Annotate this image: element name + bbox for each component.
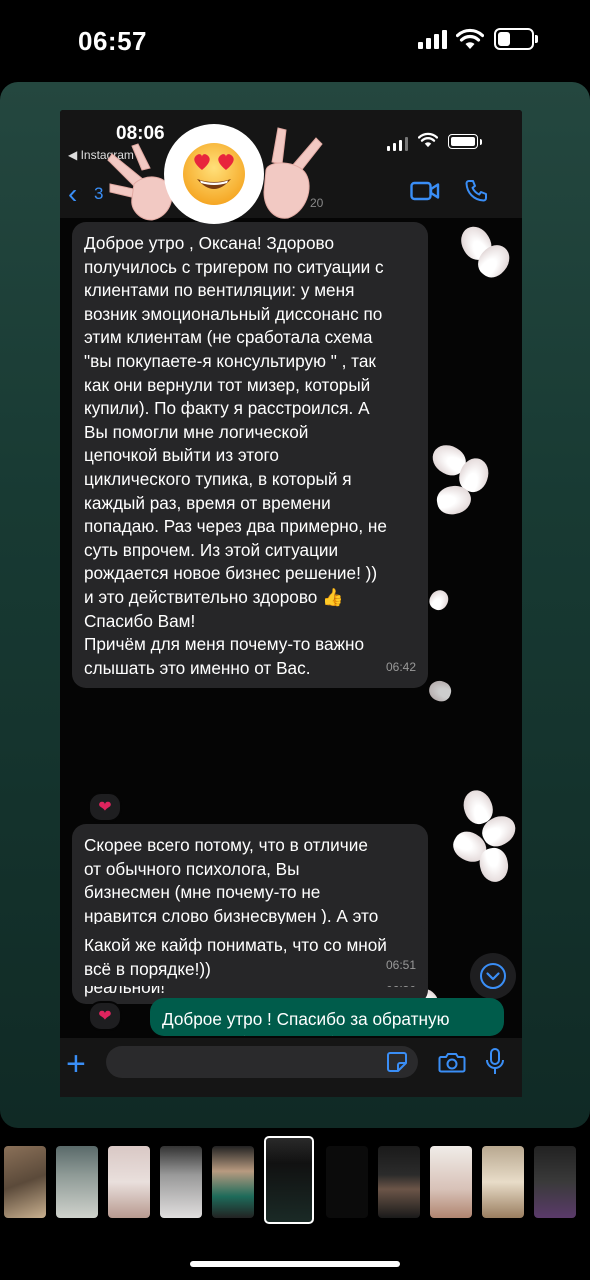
story-thumbnail-current[interactable] xyxy=(264,1136,314,1224)
message-text: Доброе утро , Оксана! Здорово получилось… xyxy=(84,233,387,678)
message-text: Доброе утро ! Спасибо за обратную связь … xyxy=(162,1009,450,1036)
story-thumbnail[interactable] xyxy=(108,1146,150,1218)
reaction-emoji: ❤ xyxy=(98,1008,112,1025)
message-time: 06:51 xyxy=(385,958,416,973)
story-thumbnail-strip xyxy=(0,1136,590,1226)
camera-icon[interactable] xyxy=(438,1050,466,1074)
story-thumbnail[interactable] xyxy=(4,1146,46,1218)
story-thumbnail[interactable] xyxy=(160,1146,202,1218)
heart-eyes-emoji-sticker xyxy=(164,124,264,224)
outgoing-message[interactable]: Доброе утро ! Спасибо за обратную связь … xyxy=(150,998,504,1036)
story-thumbnail[interactable] xyxy=(56,1146,98,1218)
heart-reaction-icon[interactable]: ❤ xyxy=(88,1001,122,1031)
right-hand-sticker xyxy=(263,127,323,219)
heart-eyes-icon xyxy=(183,143,245,205)
battery-icon xyxy=(448,134,482,149)
status-time: 06:57 xyxy=(78,26,147,56)
story-thumbnail[interactable] xyxy=(212,1146,254,1218)
chat-messages[interactable]: Доброе утро , Оксана! Здорово получилось… xyxy=(60,218,522,1038)
video-call-icon[interactable] xyxy=(410,180,440,202)
status-bar: 06:57 xyxy=(0,0,590,80)
wifi-icon xyxy=(418,132,438,148)
story-thumbnail[interactable] xyxy=(326,1146,368,1218)
message-text: Какой же кайф понимать, что со мной всё … xyxy=(84,935,387,979)
reaction-emoji: ❤ xyxy=(98,799,112,816)
story-thumbnail[interactable] xyxy=(378,1146,420,1218)
story-thumbnail[interactable] xyxy=(534,1146,576,1218)
story-thumbnail[interactable] xyxy=(430,1146,472,1218)
signal-icon xyxy=(387,137,408,151)
signal-icon xyxy=(418,30,447,49)
wifi-icon xyxy=(456,28,484,49)
back-chevron-icon[interactable]: ‹ xyxy=(68,178,77,210)
incoming-message[interactable]: Доброе утро , Оксана! Здорово получилось… xyxy=(72,222,428,688)
heart-reaction-icon[interactable]: ❤ xyxy=(88,792,122,822)
scroll-down-icon xyxy=(480,963,506,989)
story-thumbnail[interactable] xyxy=(482,1146,524,1218)
phone-call-icon[interactable] xyxy=(464,178,488,204)
message-time: 06:42 xyxy=(385,660,416,675)
scroll-down-button[interactable] xyxy=(470,953,516,999)
home-indicator[interactable] xyxy=(190,1261,400,1267)
message-input-bar: + xyxy=(60,1038,522,1097)
sticker-icon[interactable] xyxy=(386,1051,408,1073)
battery-icon xyxy=(494,28,538,50)
microphone-icon[interactable] xyxy=(484,1047,506,1077)
plus-icon[interactable]: + xyxy=(66,1046,86,1082)
unread-count[interactable]: 3 xyxy=(94,184,103,204)
message-input[interactable] xyxy=(106,1046,418,1078)
incoming-message[interactable]: Какой же кайф понимать, что со мной всё … xyxy=(72,924,428,986)
